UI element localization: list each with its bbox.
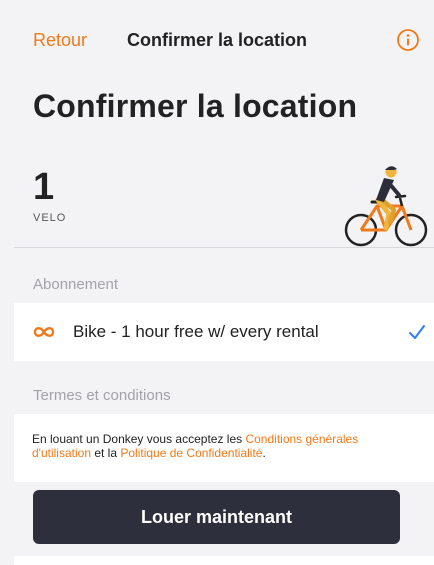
privacy-policy-link[interactable]: Politique de Confidentialité [120, 446, 262, 460]
subscription-section-label: Abonnement [33, 276, 119, 293]
page-title: Confirmer la location [33, 88, 358, 124]
bottom-panel-edge [14, 556, 434, 565]
terms-panel: En louant un Donkey vous acceptez les Co… [14, 414, 434, 482]
terms-text-part: et la [91, 446, 121, 460]
rent-now-button[interactable]: Louer maintenant [33, 490, 400, 544]
subscription-option[interactable]: Bike - 1 hour free w/ every rental [14, 303, 434, 361]
terms-text-part: En louant un Donkey vous acceptez les [32, 432, 246, 446]
bike-count-value: 1 [33, 166, 55, 208]
bike-count: 1 VELO [33, 168, 66, 224]
navigation-bar: Retour Confirmer la location [0, 0, 434, 80]
terms-section-label: Termes et conditions [33, 387, 171, 404]
nav-title: Confirmer la location [126, 30, 308, 50]
divider [14, 247, 434, 248]
terms-text-part: . [262, 446, 266, 460]
subscription-option-label: Bike - 1 hour free w/ every rental [73, 322, 319, 341]
checkmark-icon [409, 325, 425, 339]
bike-count-label: VELO [33, 212, 67, 224]
terms-text: En louant un Donkey vous acceptez les Co… [32, 432, 420, 460]
info-icon[interactable] [396, 28, 420, 52]
infinity-icon [33, 327, 55, 337]
bicycle-illustration [344, 166, 428, 247]
